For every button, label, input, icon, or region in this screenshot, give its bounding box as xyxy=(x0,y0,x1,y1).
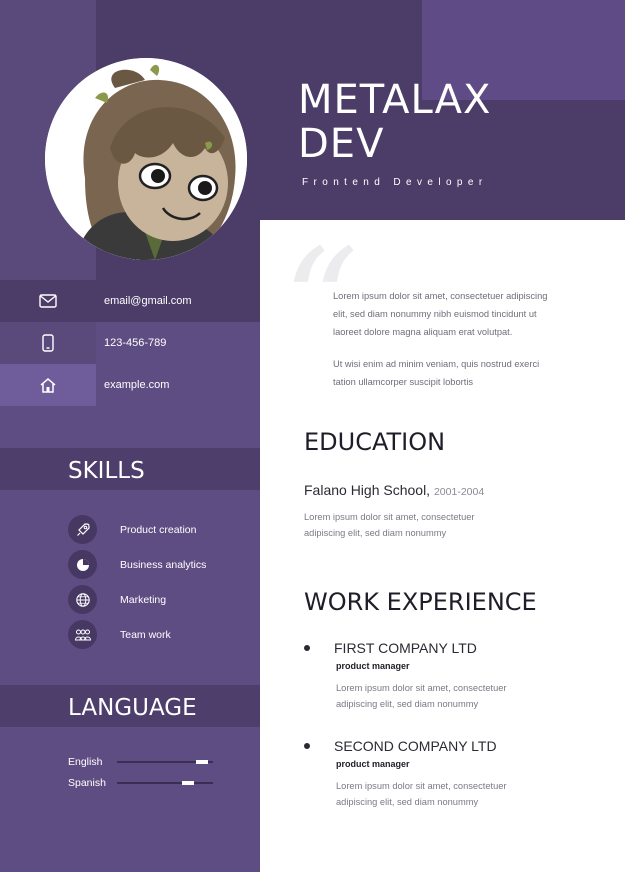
contact-website[interactable]: example.com xyxy=(104,364,169,406)
language-level-track xyxy=(117,781,213,785)
school-name: Falano High School, xyxy=(304,482,431,498)
skill-label: Team work xyxy=(120,629,171,641)
education-school: Falano High School, 2001-2004 xyxy=(304,482,484,498)
language-item: Spanish xyxy=(68,776,218,790)
intro-paragraph-2: Ut wisi enim ad minim veniam, quis nostr… xyxy=(333,359,540,387)
job-description: Lorem ipsum dolor sit amet, consectetuer… xyxy=(336,683,507,709)
intro-paragraph-1: Lorem ipsum dolor sit amet, consectetuer… xyxy=(333,291,548,337)
skill-item: Business analytics xyxy=(68,550,258,580)
globe-icon xyxy=(68,585,97,614)
name-line-1: METALAX xyxy=(298,77,492,123)
contact-website-row: example.com xyxy=(0,364,260,406)
job-bullet xyxy=(304,743,310,749)
home-icon xyxy=(0,364,96,406)
skill-item: Team work xyxy=(68,620,258,650)
education-heading: EDUCATION xyxy=(304,428,446,456)
job-bullet xyxy=(304,645,310,651)
language-level-fill xyxy=(182,781,194,785)
job-company: FIRST COMPANY LTD xyxy=(334,640,477,656)
language-level-track xyxy=(117,760,213,764)
avatar xyxy=(45,58,247,260)
avatar-illustration xyxy=(45,58,247,260)
skills-heading: SKILLS xyxy=(68,458,145,484)
job-description: Lorem ipsum dolor sit amet, consectetuer… xyxy=(336,781,507,807)
job-role-title: Frontend Developer xyxy=(302,177,488,188)
candidate-name: METALAX DEV xyxy=(298,78,491,166)
phone-icon xyxy=(0,322,96,364)
skill-item: Product creation xyxy=(68,515,258,545)
job-company: SECOND COMPANY LTD xyxy=(334,738,497,754)
education-description: Lorem ipsum dolor sit amet, consectetuer… xyxy=(304,512,475,538)
name-line-2: DEV xyxy=(298,121,385,167)
mail-icon xyxy=(0,280,96,322)
pie-chart-icon xyxy=(68,550,97,579)
job-role: product manager xyxy=(336,759,410,769)
contact-phone[interactable]: 123-456-789 xyxy=(104,322,166,364)
skill-item: Marketing xyxy=(68,585,258,615)
contact-email-row: email@gmail.com xyxy=(0,280,260,322)
skill-label: Business analytics xyxy=(120,559,207,571)
school-years: 2001-2004 xyxy=(433,486,485,498)
team-icon xyxy=(68,620,97,649)
language-heading-bar: LANGUAGE xyxy=(0,685,260,727)
work-heading: WORK EXPERIENCE xyxy=(304,588,537,616)
skill-label: Product creation xyxy=(120,524,197,536)
contact-phone-row: 123-456-789 xyxy=(0,322,260,364)
rocket-icon xyxy=(68,515,97,544)
language-item: English xyxy=(68,755,218,769)
contact-email[interactable]: email@gmail.com xyxy=(104,280,192,322)
language-level-fill xyxy=(196,760,208,764)
language-heading: LANGUAGE xyxy=(68,695,197,721)
resume-page: METALAX DEV Frontend Developer email@gma… xyxy=(0,0,625,872)
skills-heading-bar: SKILLS xyxy=(0,448,260,490)
job-role: product manager xyxy=(336,661,410,671)
language-label: Spanish xyxy=(68,777,106,789)
skill-label: Marketing xyxy=(120,594,167,606)
language-label: English xyxy=(68,756,103,768)
